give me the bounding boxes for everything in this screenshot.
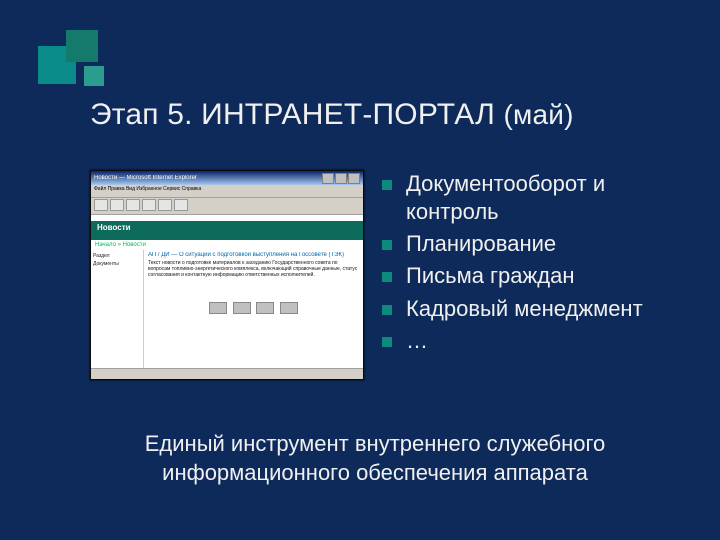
bullet-text: Письма граждан xyxy=(406,263,574,288)
sidebar-item: Раздел xyxy=(93,252,141,260)
pager-button-icon xyxy=(233,302,251,314)
sidebar-item: Документы xyxy=(93,260,141,268)
maximize-icon xyxy=(335,173,347,184)
menubar: Файл Правка Вид Избранное Сервис Справка xyxy=(91,185,363,198)
article-title: АП / ДИ — О ситуации с подготовкой высту… xyxy=(148,252,359,258)
bullet-text: Кадровый менеджмент xyxy=(406,296,643,321)
slide-title: Этап 5. ИНТРАНЕТ-ПОРТАЛ (май) xyxy=(90,98,574,132)
window-titlebar: Новости — Microsoft Internet Explorer xyxy=(91,171,363,185)
article: АП / ДИ — О ситуации с подготовкой высту… xyxy=(144,250,363,368)
toolbar-button-icon xyxy=(158,199,172,211)
footer-text: Единый инструмент внутреннего служебного… xyxy=(90,430,660,487)
title-month: (май) xyxy=(504,99,574,130)
list-item: … xyxy=(382,327,660,355)
sidebar: Раздел Документы xyxy=(91,250,144,368)
close-icon xyxy=(348,173,360,184)
bullet-text: Планирование xyxy=(406,231,556,256)
pager xyxy=(148,302,359,316)
window-system-buttons xyxy=(322,173,360,184)
toolbar-button-icon xyxy=(94,199,108,211)
section-header: Новости xyxy=(91,221,363,240)
toolbar-button-icon xyxy=(174,199,188,211)
breadcrumb: Начало » Новости xyxy=(91,240,363,250)
decor-square-icon xyxy=(84,66,104,86)
list-item: Письма граждан xyxy=(382,262,660,290)
embedded-screenshot: Новости — Microsoft Internet Explorer Фа… xyxy=(90,170,364,380)
article-body: Текст новости о подготовке материалов к … xyxy=(148,260,359,296)
list-item: Документооборот и контроль xyxy=(382,170,660,226)
window-title: Новости — Microsoft Internet Explorer xyxy=(94,175,322,181)
toolbar-button-icon xyxy=(142,199,156,211)
list-item: Кадровый менеджмент xyxy=(382,295,660,323)
slide: Этап 5. ИНТРАНЕТ-ПОРТАЛ (май) Новости — … xyxy=(0,0,720,540)
page-body: Новости Начало » Новости Раздел Документ… xyxy=(91,221,363,369)
list-item: Планирование xyxy=(382,230,660,258)
decor-square-icon xyxy=(66,30,98,62)
corner-decoration xyxy=(38,26,108,96)
content-row: Новости — Microsoft Internet Explorer Фа… xyxy=(90,170,660,380)
toolbar-button-icon xyxy=(110,199,124,211)
minimize-icon xyxy=(322,173,334,184)
pager-button-icon xyxy=(256,302,274,314)
bullet-list: Документооборот и контроль Планирование … xyxy=(382,170,660,380)
pager-button-icon xyxy=(280,302,298,314)
title-text: Этап 5. ИНТРАНЕТ-ПОРТАЛ xyxy=(90,98,504,131)
toolbar xyxy=(91,198,363,215)
pager-button-icon xyxy=(209,302,227,314)
status-bar xyxy=(91,368,363,379)
bullet-text: … xyxy=(406,328,428,353)
toolbar-button-icon xyxy=(126,199,140,211)
bullet-text: Документооборот и контроль xyxy=(406,171,605,224)
